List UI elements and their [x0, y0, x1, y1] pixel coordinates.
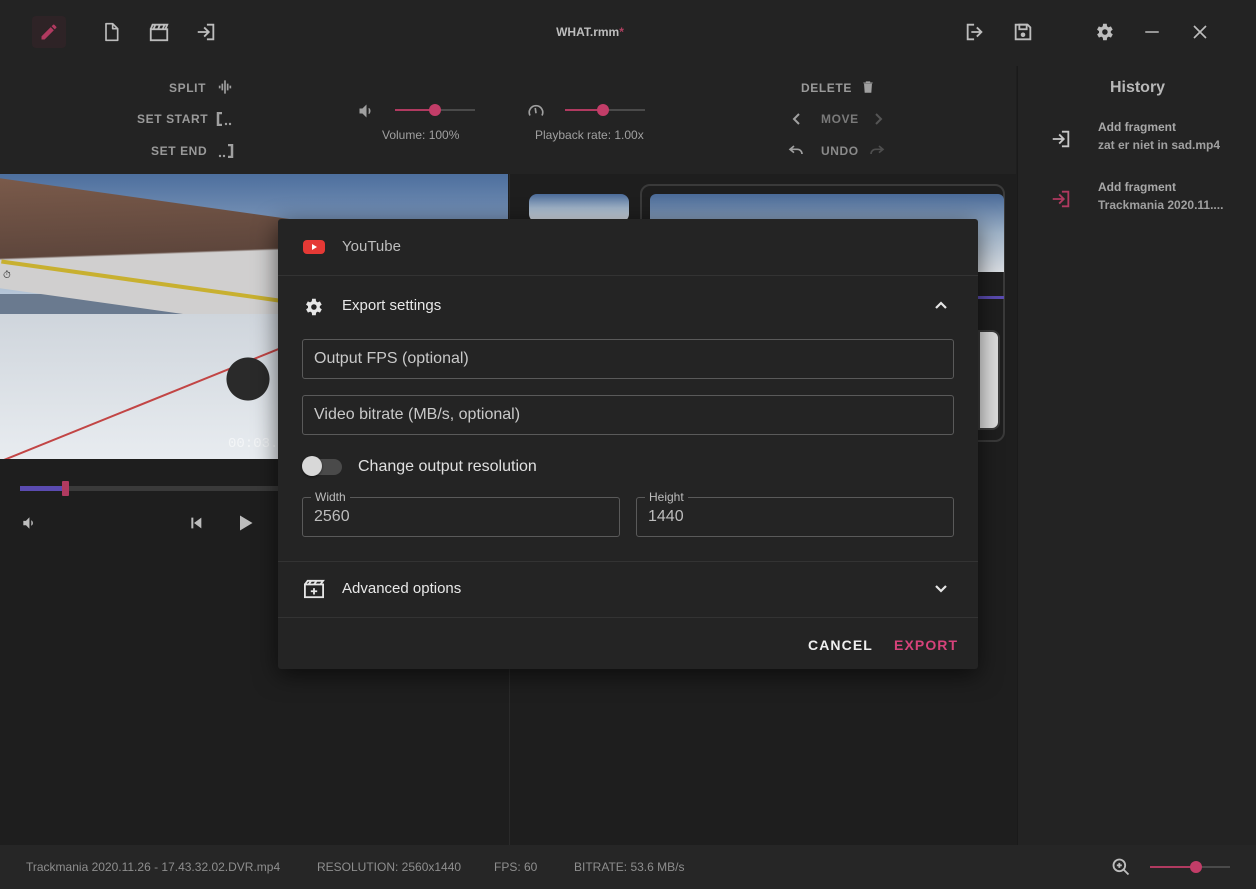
play-button[interactable] — [233, 511, 257, 535]
status-bar: Trackmania 2020.11.26 - 17.43.32.02.DVR.… — [0, 845, 1256, 889]
title-bar: WHAT.rmm* — [0, 0, 1256, 66]
minimize-icon — [1145, 31, 1159, 33]
status-filename: Trackmania 2020.11.26 - 17.43.32.02.DVR.… — [26, 860, 281, 874]
change-resolution-label: Change output resolution — [358, 458, 537, 475]
minimize-button[interactable] — [1135, 16, 1169, 48]
trash-icon — [863, 81, 873, 93]
zoom-slider-knob[interactable] — [1190, 861, 1202, 873]
advanced-options-label: Advanced options — [342, 580, 462, 597]
seek-bar[interactable] — [20, 481, 278, 496]
redo-icon[interactable] — [869, 143, 885, 157]
status-resolution: RESOLUTION: 2560x1440 — [317, 860, 462, 874]
export-icon — [966, 23, 983, 41]
history-item-title: Add fragment — [1098, 180, 1176, 194]
export-dialog: YouTube Export settings Output FPS (opti… — [278, 219, 978, 669]
export-confirm-button[interactable]: EXPORT — [894, 637, 958, 653]
export-settings-header[interactable]: Export settings — [278, 276, 978, 336]
zoom-slider[interactable] — [1150, 861, 1230, 873]
import-icon — [1052, 190, 1070, 208]
toggle-thumb — [302, 456, 322, 476]
clip-thumbnail[interactable] — [978, 330, 1000, 430]
play-icon — [240, 515, 253, 531]
playback-rate-knob[interactable] — [597, 104, 609, 116]
zoom-in-icon — [1112, 858, 1130, 876]
window-title-text: WHAT.rmm — [556, 25, 620, 39]
volume-icon — [359, 104, 371, 118]
close-button[interactable] — [1183, 16, 1217, 48]
output-fps-placeholder: Output FPS (optional) — [314, 350, 469, 367]
gear-icon — [1097, 23, 1113, 41]
delete-button[interactable]: DELETE — [801, 81, 852, 95]
cancel-button[interactable]: CANCEL — [808, 637, 873, 653]
set-start-button[interactable]: SET START — [137, 112, 208, 126]
bracket-end-icon — [218, 144, 234, 158]
app-window: WHAT.rmm* SPLIT SET START SET END Volume… — [0, 0, 1256, 889]
chevron-up-icon[interactable] — [934, 300, 948, 310]
split-button[interactable]: SPLIT — [169, 81, 206, 95]
history-item[interactable]: Add fragment zat er niet in sad.mp4 — [1018, 120, 1256, 170]
export-settings-label: Export settings — [342, 297, 442, 314]
width-label: Width — [311, 490, 350, 504]
mute-button[interactable] — [20, 514, 38, 532]
width-input[interactable]: Width 2560 — [302, 490, 620, 537]
import-icon — [1052, 130, 1070, 148]
divider — [278, 617, 978, 618]
undo-icon[interactable] — [788, 143, 804, 157]
history-item-title: Add fragment — [1098, 120, 1176, 134]
status-fps: FPS: 60 — [494, 860, 538, 874]
save-button[interactable] — [1006, 16, 1040, 48]
unsaved-indicator: * — [619, 25, 624, 39]
height-value: 1440 — [648, 508, 684, 525]
chevron-left-icon[interactable] — [791, 112, 803, 126]
volume-slider-knob[interactable] — [429, 104, 441, 116]
save-icon — [1014, 23, 1032, 41]
playback-rate-slider[interactable] — [565, 104, 645, 116]
previous-button[interactable] — [186, 513, 206, 533]
chevron-down-icon[interactable] — [934, 584, 948, 594]
output-fps-input[interactable]: Output FPS (optional) — [302, 339, 954, 379]
bracket-start-icon — [216, 112, 232, 126]
volume-icon — [23, 517, 33, 529]
history-title: History — [1109, 79, 1166, 96]
skip-previous-icon — [191, 517, 202, 529]
clapperboard-add-icon — [304, 579, 325, 599]
speedometer-icon — [528, 104, 544, 116]
chevron-right-icon[interactable] — [872, 112, 884, 126]
settings-button[interactable] — [1087, 16, 1121, 48]
window-title: WHAT.rmm* — [0, 25, 1180, 39]
change-resolution-toggle[interactable] — [302, 456, 342, 476]
undo-button[interactable]: UNDO — [821, 144, 859, 158]
youtube-icon — [303, 240, 325, 254]
volume-caption: Volume: 100% — [382, 128, 460, 142]
video-bitrate-placeholder: Video bitrate (MB/s, optional) — [314, 406, 521, 423]
history-item[interactable]: Add fragment Trackmania 2020.11.... — [1018, 180, 1256, 230]
height-label: Height — [645, 490, 688, 504]
clip-thumbnail[interactable] — [529, 194, 629, 222]
video-bitrate-input[interactable]: Video bitrate (MB/s, optional) — [302, 395, 954, 435]
playback-rate-caption: Playback rate: 1.00x — [535, 128, 644, 142]
width-value: 2560 — [314, 508, 350, 525]
move-label: MOVE — [821, 112, 859, 126]
editing-toolbar: SPLIT SET START SET END Volume: 100% Pla… — [0, 66, 1016, 174]
advanced-options-header[interactable]: Advanced options — [278, 562, 978, 617]
export-service-name: YouTube — [342, 238, 401, 255]
history-item-subtitle: Trackmania 2020.11.... — [1098, 198, 1224, 212]
volume-slider[interactable] — [395, 104, 475, 116]
close-icon — [1193, 25, 1207, 39]
stopwatch-icon: ⏱ — [3, 270, 11, 281]
seek-bar-knob[interactable] — [62, 481, 69, 496]
history-panel: History Add fragment zat er niet in sad.… — [1017, 66, 1256, 845]
gear-icon — [306, 298, 322, 316]
split-icon — [218, 80, 232, 94]
seek-bar-fill — [20, 486, 66, 491]
set-end-button[interactable]: SET END — [151, 144, 207, 158]
history-item-subtitle: zat er niet in sad.mp4 — [1098, 138, 1221, 152]
status-bitrate: BITRATE: 53.6 MB/s — [574, 860, 685, 874]
export-button[interactable] — [958, 16, 992, 48]
height-input[interactable]: Height 1440 — [636, 490, 954, 537]
video-car — [208, 344, 288, 414]
